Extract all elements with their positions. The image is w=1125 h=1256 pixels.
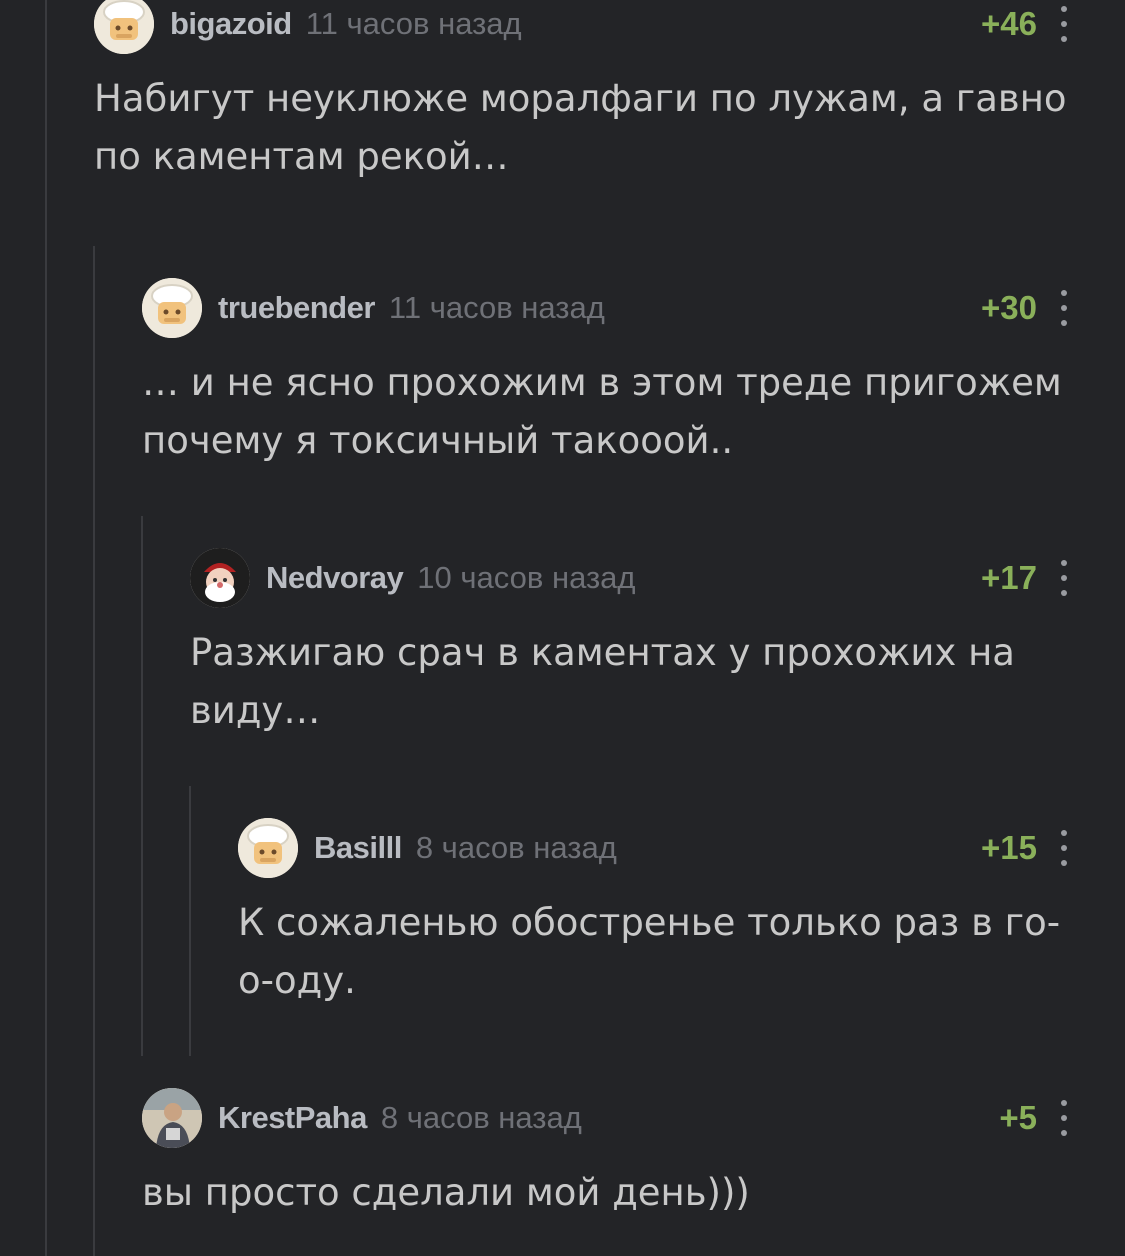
chef-avatar[interactable] xyxy=(94,0,154,54)
timestamp: 10 часов назад xyxy=(417,560,636,595)
username[interactable]: Nedvoray xyxy=(266,560,404,596)
comment-header: truebender 11 часов назад +30 xyxy=(142,278,1071,338)
comment-krestpaha: KrestPaha 8 часов назад +5 вы просто сде… xyxy=(142,1088,1071,1222)
more-options-icon[interactable] xyxy=(1057,6,1071,42)
comment-nedvoray: Nedvoray 10 часов назад +17 Разжигаю сра… xyxy=(190,548,1071,740)
comment-header: Basilll 8 часов назад +15 xyxy=(238,818,1071,878)
comment-text: Разжигаю срач в каментах у прохожих на в… xyxy=(190,631,1015,732)
rating-badge: +30 xyxy=(981,289,1037,326)
comment-header: bigazoid 11 часов назад +46 xyxy=(94,0,1071,54)
more-options-icon[interactable] xyxy=(1057,830,1071,866)
timestamp: 11 часов назад xyxy=(305,6,522,41)
thread-line-level-2[interactable] xyxy=(141,516,143,1056)
timestamp: 11 часов назад xyxy=(388,290,605,325)
comment-text: Набигут неуклюже моралфаги по лужам, а г… xyxy=(94,77,1067,178)
comment-truebender: truebender 11 часов назад +30 … и не ясн… xyxy=(142,278,1071,470)
timestamp: 8 часов назад xyxy=(380,1100,582,1135)
rating-badge: +17 xyxy=(981,559,1037,596)
more-options-icon[interactable] xyxy=(1057,290,1071,326)
rating-badge: +46 xyxy=(981,5,1037,42)
thread-line-level-1[interactable] xyxy=(93,246,95,1256)
santa-avatar[interactable] xyxy=(190,548,250,608)
username[interactable]: truebender xyxy=(218,290,375,326)
rating-badge: +5 xyxy=(999,1099,1037,1136)
comment-text: вы просто сделали мой день))) xyxy=(142,1171,750,1214)
username[interactable]: Basilll xyxy=(314,830,402,866)
more-options-icon[interactable] xyxy=(1057,560,1071,596)
username[interactable]: bigazoid xyxy=(170,6,292,42)
comment-text: К сожаленью обостренье только раз в го-о… xyxy=(238,901,1061,1002)
timestamp: 8 часов назад xyxy=(415,830,617,865)
rating-badge: +15 xyxy=(981,829,1037,866)
thread-line-level-3[interactable] xyxy=(189,786,191,1056)
username[interactable]: KrestPaha xyxy=(218,1100,367,1136)
more-options-icon[interactable] xyxy=(1057,1100,1071,1136)
chef-avatar[interactable] xyxy=(238,818,298,878)
photo-avatar[interactable] xyxy=(142,1088,202,1148)
comment-bigazoid: bigazoid 11 часов назад +46 Набигут неук… xyxy=(94,0,1071,186)
thread-line-level-0[interactable] xyxy=(45,0,47,1256)
comment-header: KrestPaha 8 часов назад +5 xyxy=(142,1088,1071,1148)
comment-header: Nedvoray 10 часов назад +17 xyxy=(190,548,1071,608)
comment-text: … и не ясно прохожим в этом треде пригож… xyxy=(142,361,1062,462)
comment-basilll: Basilll 8 часов назад +15 К сожаленью об… xyxy=(238,818,1071,1010)
chef-avatar[interactable] xyxy=(142,278,202,338)
